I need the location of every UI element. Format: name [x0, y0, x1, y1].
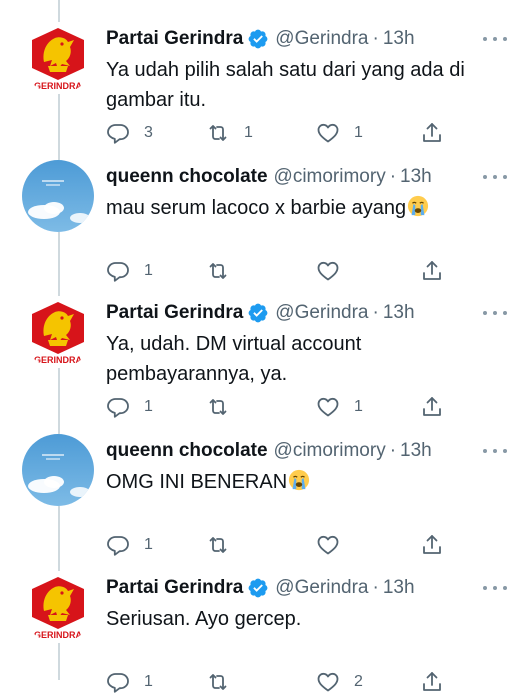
tweet[interactable]: GERINDRA Partai Gerindra @Gerindra · 13h… [0, 274, 531, 418]
avatar[interactable]: GERINDRA [22, 22, 94, 94]
retweet-icon [206, 670, 230, 694]
avatar[interactable]: GERINDRA [22, 296, 94, 368]
reply-icon [106, 670, 130, 694]
tweet-text-content: Seriusan. Ayo gercep. [106, 608, 302, 630]
tweet-text-content: Ya, udah. DM virtual account pembayarann… [106, 333, 362, 385]
loudly-crying-face-icon [288, 469, 310, 491]
timestamp[interactable]: 13h [383, 300, 415, 326]
user-handle[interactable]: @Gerindra [275, 300, 368, 326]
more-icon[interactable] [483, 168, 507, 186]
avatar-logo-text: GERINDRA [34, 81, 83, 91]
tweet[interactable]: queenn chocolate @cimorimory · 13h mau s… [0, 138, 531, 282]
separator-dot: · [389, 440, 397, 461]
display-name[interactable]: queenn chocolate [106, 438, 268, 464]
tweet[interactable]: GERINDRA Partai Gerindra @Gerindra · 13h… [0, 549, 531, 693]
tweet-text: OMG INI BENERAN [106, 467, 471, 497]
verified-badge-icon [247, 28, 269, 50]
like-button[interactable]: 2 [316, 667, 363, 697]
user-handle[interactable]: @cimorimory [274, 164, 386, 190]
display-name[interactable]: queenn chocolate [106, 164, 268, 190]
more-icon[interactable] [483, 442, 507, 460]
tweet-header: Partai Gerindra @Gerindra · 13h [106, 575, 481, 601]
like-count: 2 [354, 673, 363, 690]
tweet-text: mau serum lacoco x barbie ayang [106, 193, 471, 223]
tweet-text: Ya udah pilih salah satu dari yang ada d… [106, 55, 471, 115]
verified-badge-icon [247, 577, 269, 599]
tweet-header: queenn chocolate @cimorimory · 13h [106, 438, 481, 464]
tweet-text: Seriusan. Ayo gercep. [106, 604, 471, 634]
tweet-text: Ya, udah. DM virtual account pembayarann… [106, 329, 471, 389]
verified-badge-icon [247, 302, 269, 324]
separator-dot: · [372, 577, 379, 598]
tweet-thread: GERINDRA Partai Gerindra @Gerindra · 13h… [0, 0, 531, 693]
separator-dot: · [372, 28, 379, 49]
reply-button[interactable]: 1 [106, 667, 153, 697]
timestamp[interactable]: 13h [383, 26, 415, 52]
timestamp[interactable]: 13h [400, 438, 432, 464]
tweet-header: queenn chocolate @cimorimory · 13h [106, 164, 481, 190]
retweet-button[interactable] [206, 667, 244, 697]
user-handle[interactable]: @Gerindra [275, 575, 368, 601]
heart-icon [316, 670, 340, 694]
tweet-text-content: OMG INI BENERAN [106, 471, 288, 493]
tweet[interactable]: queenn chocolate @cimorimory · 13h OMG I… [0, 412, 531, 556]
timestamp[interactable]: 13h [383, 575, 415, 601]
more-icon[interactable] [483, 304, 507, 322]
tweet-header: Partai Gerindra @Gerindra · 13h [106, 26, 481, 52]
avatar-logo-text: GERINDRA [34, 355, 83, 365]
share-button[interactable] [420, 667, 444, 697]
tweet-header: Partai Gerindra @Gerindra · 13h [106, 300, 481, 326]
more-icon[interactable] [483, 30, 507, 48]
display-name[interactable]: Partai Gerindra [106, 575, 243, 601]
tweet-text-content: Ya udah pilih salah satu dari yang ada d… [106, 59, 465, 111]
display-name[interactable]: Partai Gerindra [106, 300, 243, 326]
tweet-actions: 1 2 [106, 667, 506, 697]
separator-dot: · [372, 302, 379, 323]
avatar[interactable] [22, 434, 94, 506]
display-name[interactable]: Partai Gerindra [106, 26, 243, 52]
separator-dot: · [389, 166, 397, 187]
more-icon[interactable] [483, 579, 507, 597]
user-handle[interactable]: @cimorimory [274, 438, 386, 464]
avatar-logo-text: GERINDRA [34, 630, 83, 640]
avatar[interactable] [22, 160, 94, 232]
tweet-text-content: mau serum lacoco x barbie ayang [106, 197, 407, 219]
reply-count: 1 [144, 673, 153, 690]
avatar[interactable]: GERINDRA [22, 571, 94, 643]
loudly-crying-face-icon [407, 195, 429, 217]
share-icon [420, 670, 444, 694]
user-handle[interactable]: @Gerindra [275, 26, 368, 52]
tweet[interactable]: GERINDRA Partai Gerindra @Gerindra · 13h… [0, 0, 531, 144]
timestamp[interactable]: 13h [400, 164, 432, 190]
